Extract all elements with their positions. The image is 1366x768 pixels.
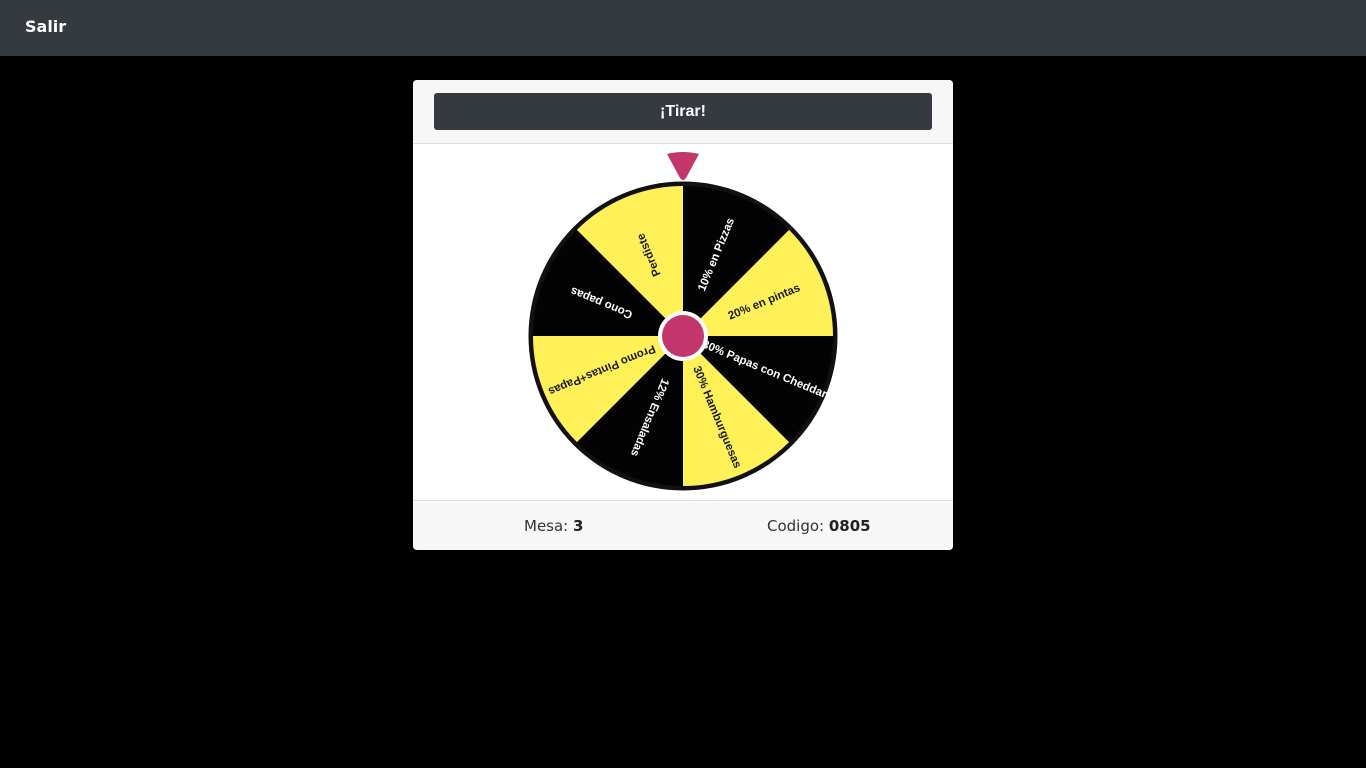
roulette-card: ¡Tirar! 10% en Pizzas 20% en pintas 30% Pa… — [413, 80, 953, 550]
code-value: 0805 — [828, 517, 871, 535]
table-number-label: Mesa: — [524, 517, 569, 535]
table-number: Mesa: 3 — [524, 517, 583, 535]
code: Codigo: 0805 — [767, 517, 871, 535]
spin-button[interactable]: ¡Tirar! — [434, 93, 932, 130]
table-number-value: 3 — [573, 517, 584, 535]
top-navbar: Salir — [0, 0, 1366, 56]
card-header: ¡Tirar! — [413, 80, 953, 144]
wheel-hub[interactable] — [662, 315, 704, 357]
card-footer: Mesa: 3 Codigo: 0805 — [413, 500, 953, 550]
prize-wheel[interactable]: 10% en Pizzas20% en pintas30% Papas con … — [413, 144, 953, 500]
code-label: Codigo: — [767, 517, 825, 535]
pointer-icon — [667, 152, 699, 180]
logout-link[interactable]: Salir — [25, 17, 66, 36]
card-body: 10% en Pizzas 20% en pintas 30% Papas con … — [413, 144, 953, 500]
